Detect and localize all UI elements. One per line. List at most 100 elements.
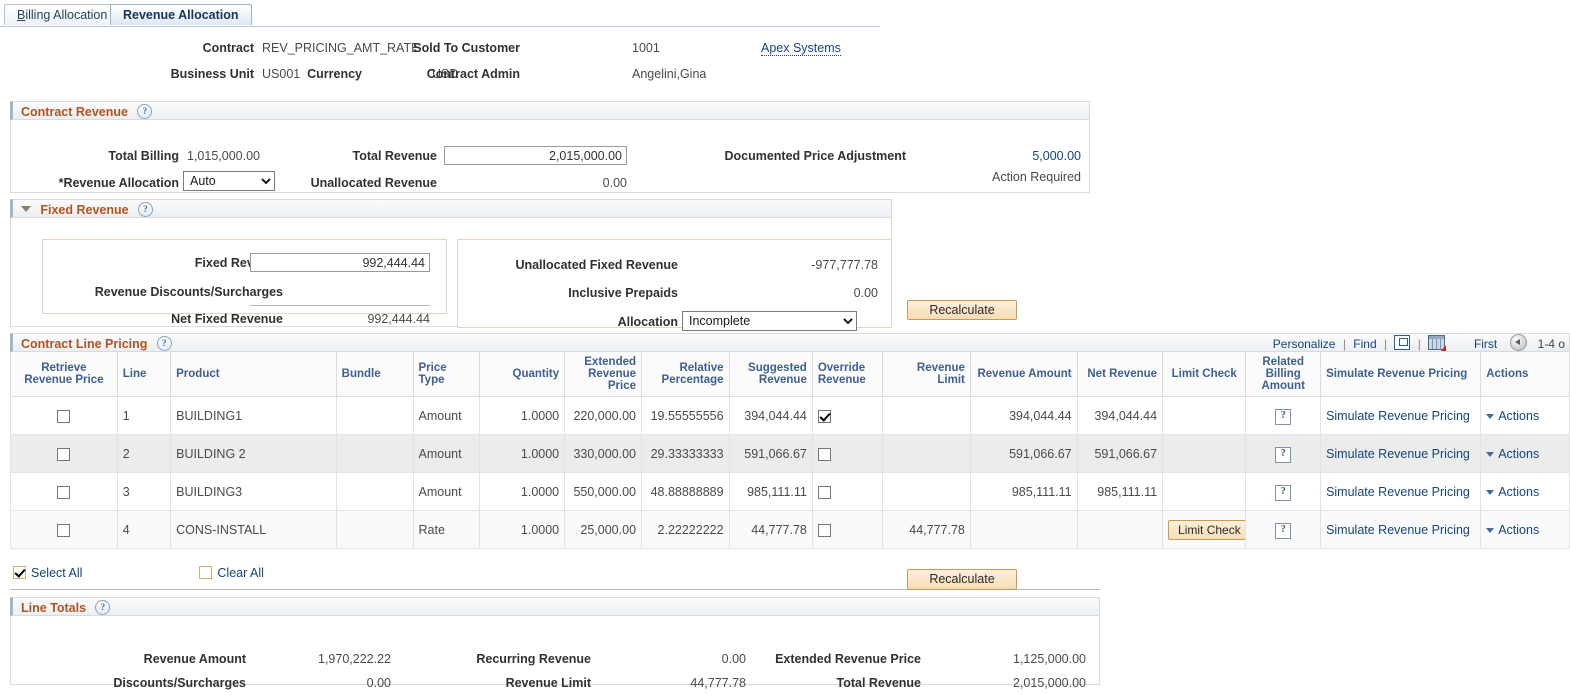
cell-line-text: 2 <box>122 446 130 461</box>
col-revenue-amount: Revenue Amount <box>969 352 1078 397</box>
cell-retrieve-revenue-price <box>10 472 118 511</box>
allocation-select[interactable]: Incomplete <box>682 311 857 331</box>
tab-revenue-allocation[interactable]: Revenue Allocation <box>110 4 252 25</box>
cell-line: 1 <box>116 396 172 435</box>
recalculate-button-lines[interactable]: Recalculate <box>907 569 1017 590</box>
cell-extended-revenue-price: 330,000.00 <box>564 434 643 473</box>
fixed-revenue-input[interactable] <box>250 253 430 272</box>
cell-related-billing-amount: ? <box>1245 434 1322 473</box>
new-window-icon[interactable] <box>1394 335 1411 350</box>
actions-caret-icon[interactable] <box>1486 527 1495 533</box>
col-net-revenue: Net Revenue <box>1076 352 1164 397</box>
retrieve-revenue-price-checkbox[interactable] <box>57 523 71 537</box>
currency-label: Currency <box>307 67 362 81</box>
cell-price-type-text: Amount <box>418 408 462 423</box>
cell-price-type-text: Amount <box>418 484 462 499</box>
cell-product: BUILDING 2 <box>170 434 337 473</box>
retrieve-revenue-price-checkbox[interactable] <box>57 485 71 499</box>
cell-price-type-text: Rate <box>418 522 445 537</box>
actions-caret-icon[interactable] <box>1486 489 1495 495</box>
cell-revenue-limit <box>882 396 971 435</box>
help-icon[interactable]: ? <box>95 600 111 616</box>
line-totals-ext-rev-price-value: 1,125,000.00 <box>1013 652 1086 666</box>
retrieve-revenue-price-checkbox[interactable] <box>57 409 71 423</box>
actions-caret-icon[interactable] <box>1486 451 1495 457</box>
override-revenue-checkbox[interactable] <box>817 409 831 423</box>
table-body: 1 BUILDING1 Amount 1.0000 220,000.00 19.55555… <box>10 396 1570 549</box>
cell-limit-check <box>1162 434 1247 473</box>
cell-revenue-amount-text: 985,111.11 <box>1011 484 1072 499</box>
contract-value: REV_PRICING_AMT_RATE <box>262 41 420 55</box>
cell-net-revenue-text: 985,111.11 <box>1097 484 1158 499</box>
override-revenue-checkbox[interactable] <box>817 447 831 461</box>
actions-link[interactable]: Actions <box>1498 523 1539 537</box>
line-totals-revenue-amount-value: 1,970,222.22 <box>318 652 391 666</box>
contract-header: Contract REV_PRICING_AMT_RATE Sold To Cu… <box>0 33 1570 95</box>
personalize-link[interactable]: Personalize <box>1273 337 1336 351</box>
toolbar-separator-3: | <box>1417 337 1421 351</box>
col-quantity: Quantity <box>478 352 566 397</box>
cell-override-revenue <box>811 434 884 473</box>
select-all-checkbox[interactable] <box>13 566 26 579</box>
simulate-revenue-pricing-link[interactable]: Simulate Revenue Pricing <box>1326 523 1470 537</box>
cell-override-revenue <box>811 472 884 511</box>
contract-line-pricing-title: Contract Line Pricing <box>21 336 148 351</box>
retrieve-revenue-price-checkbox[interactable] <box>57 447 71 461</box>
help-icon[interactable]: ? <box>156 336 172 352</box>
table-row: 1 BUILDING1 Amount 1.0000 220,000.00 19.55555… <box>10 396 1570 435</box>
simulate-revenue-pricing-link[interactable]: Simulate Revenue Pricing <box>1326 409 1470 423</box>
cell-product-text: BUILDING 2 <box>176 446 246 461</box>
clear-all-link[interactable]: Clear All <box>217 566 264 580</box>
override-revenue-checkbox[interactable] <box>817 523 831 537</box>
fixed-revenue-header[interactable]: Fixed Revenue ? <box>10 199 892 218</box>
cell-revenue-limit <box>882 434 971 473</box>
col-extended-revenue-price: Extended Revenue Price <box>564 352 643 397</box>
select-all-link[interactable]: Select All <box>31 566 82 580</box>
cell-product: BUILDING3 <box>170 472 337 511</box>
cell-relative-percentage-text: 2.22222222 <box>657 522 724 537</box>
line-totals-total-revenue-value: 2,015,000.00 <box>1013 676 1086 690</box>
cell-quantity: 1.0000 <box>478 472 566 511</box>
simulate-revenue-pricing-link[interactable]: Simulate Revenue Pricing <box>1326 447 1470 461</box>
line-totals-header: Line Totals ? <box>10 597 1100 616</box>
prev-arrow-icon[interactable] <box>1509 334 1527 351</box>
related-billing-amount-icon[interactable]: ? <box>1275 484 1292 501</box>
help-icon[interactable]: ? <box>137 104 153 120</box>
line-totals-revenue-amount-label: Revenue Amount <box>143 652 246 666</box>
actions-link[interactable]: Actions <box>1498 447 1539 461</box>
customer-name-link[interactable]: Apex Systems <box>761 41 841 56</box>
collapse-caret-icon[interactable] <box>21 205 31 212</box>
cell-net-revenue: 394,044.44 <box>1076 396 1164 435</box>
cell-product-text: CONS-INSTALL <box>176 522 267 537</box>
cell-revenue-limit <box>882 472 971 511</box>
actions-link[interactable]: Actions <box>1498 409 1539 423</box>
related-billing-amount-icon[interactable]: ? <box>1275 408 1292 425</box>
recalculate-button-fixed[interactable]: Recalculate <box>907 300 1017 320</box>
cell-revenue-amount <box>969 510 1078 549</box>
related-billing-amount-icon[interactable]: ? <box>1275 446 1292 463</box>
cell-relative-percentage: 2.22222222 <box>641 510 730 549</box>
clear-all-checkbox[interactable] <box>199 566 213 579</box>
toolbar-separator-1: | <box>1342 337 1346 351</box>
cell-relative-percentage: 29.33333333 <box>641 434 730 473</box>
override-revenue-checkbox[interactable] <box>817 485 831 499</box>
limit-check-button[interactable]: Limit Check <box>1168 519 1245 540</box>
find-link[interactable]: Find <box>1353 337 1376 351</box>
related-billing-amount-icon[interactable]: ? <box>1275 522 1292 539</box>
documented-price-adjustment-value[interactable]: 5,000.00 <box>951 149 1081 163</box>
cell-simulate-revenue-pricing: Simulate Revenue Pricing <box>1320 434 1482 473</box>
cell-suggested-revenue-text: 591,066.67 <box>744 446 807 461</box>
help-icon[interactable]: ? <box>137 202 153 218</box>
tab-billing-allocation[interactable]: Billing Allocation <box>4 4 121 25</box>
total-revenue-input[interactable] <box>444 146 627 165</box>
actions-caret-icon[interactable] <box>1486 413 1495 419</box>
cell-extended-revenue-price: 220,000.00 <box>564 396 643 435</box>
cell-simulate-revenue-pricing: Simulate Revenue Pricing <box>1320 510 1482 549</box>
first-link[interactable]: First <box>1474 337 1497 351</box>
line-totals-revenue-limit-label: Revenue Limit <box>505 676 591 690</box>
actions-link[interactable]: Actions <box>1498 485 1539 499</box>
simulate-revenue-pricing-link[interactable]: Simulate Revenue Pricing <box>1326 485 1470 499</box>
cell-extended-revenue-price: 550,000.00 <box>564 472 643 511</box>
cell-revenue-limit-text: 44,777.78 <box>909 522 965 537</box>
download-grid-icon[interactable] <box>1428 335 1447 351</box>
